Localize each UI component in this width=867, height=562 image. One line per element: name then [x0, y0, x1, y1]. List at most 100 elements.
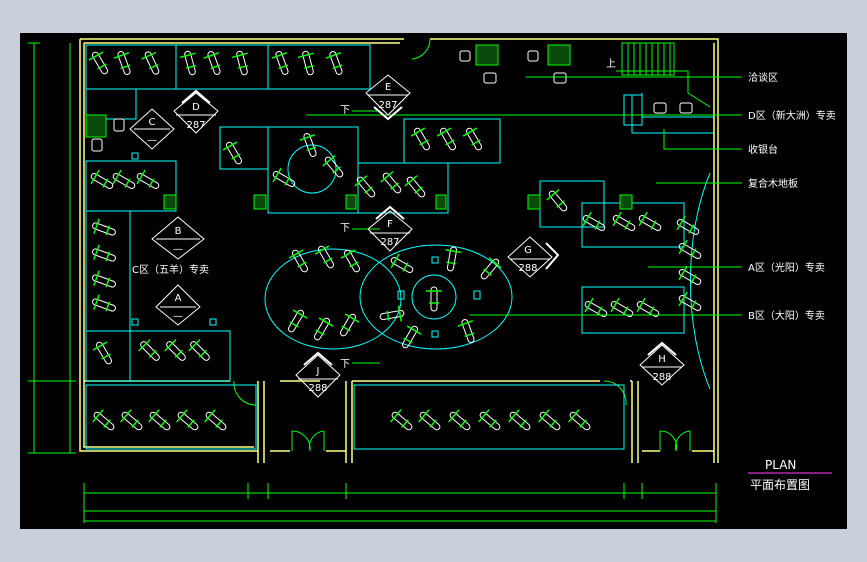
- elevation-tag-g: G 288: [507, 236, 560, 278]
- motorcycle-symbol: [92, 270, 116, 288]
- motorcycle-symbol: [176, 409, 199, 431]
- elevation-tag-a: A —: [155, 284, 201, 326]
- motorcycle-symbol: [92, 409, 115, 431]
- label-zone-d: D区（新大洲）专卖: [748, 109, 836, 122]
- tag-f-letter: F: [387, 219, 393, 230]
- motorcycle-symbol: [636, 297, 660, 317]
- tag-c-letter: C: [149, 117, 156, 128]
- motorcycle-symbol: [92, 341, 112, 365]
- tag-d-letter: D: [192, 102, 200, 113]
- motorcycle-symbol: [418, 409, 441, 431]
- elevation-tag-e: E 287: [365, 74, 411, 121]
- motorcycle-symbol: [92, 218, 116, 236]
- staircase: [616, 42, 711, 108]
- motorcycle-symbol: [90, 169, 114, 189]
- motorcycle-symbol: [538, 409, 561, 431]
- tag-b-letter: B: [175, 226, 182, 237]
- motorcycle-symbol: [188, 339, 210, 361]
- motorcycle-symbol: [478, 409, 501, 431]
- motorcycle-symbol: [298, 50, 315, 76]
- label-down-1: 下: [340, 105, 350, 116]
- motorcycle-symbol: [322, 155, 344, 178]
- label-down-2: 下: [340, 223, 350, 234]
- door-swings: [233, 38, 691, 452]
- motorcycle-symbol: [180, 50, 197, 76]
- motorcycle-symbol: [148, 409, 171, 431]
- elevation-tag-h: H 288: [639, 341, 685, 386]
- label-negotiation: 洽谈区: [748, 71, 778, 84]
- label-cashier: 收银台: [748, 143, 778, 156]
- motorcycle-symbol: [271, 51, 289, 75]
- tag-d-num: 287: [186, 120, 205, 131]
- elevation-tag-b: B —: [151, 216, 205, 260]
- floor-plan-svg: A — B — C — D 287 E 287 F 287 G 288 H 28…: [28, 38, 836, 523]
- motorcycle-symbol: [314, 245, 334, 269]
- motorcycle-symbol: [390, 409, 413, 431]
- motorcycle-symbol: [138, 339, 160, 361]
- motorcycle-symbol: [676, 215, 700, 235]
- motorcycle-symbol: [272, 167, 296, 187]
- tag-e-num: 287: [378, 100, 397, 111]
- elevation-tag-d: D 287: [173, 89, 219, 134]
- motorcycle-symbol: [508, 409, 531, 431]
- motorcycle-symbol: [678, 291, 702, 311]
- motorcycle-symbol: [203, 51, 221, 75]
- tag-f-num: 287: [380, 237, 399, 248]
- label-zone-b: B区（大阳）专卖: [748, 309, 825, 322]
- label-down-3: 下: [340, 359, 350, 370]
- motorcycle-symbol: [568, 409, 591, 431]
- motorcycle-symbol: [448, 409, 471, 431]
- plan-subtitle: 平面布置图: [750, 478, 810, 492]
- motorcycle-symbol: [120, 409, 143, 431]
- motorcycle-symbol: [546, 189, 568, 212]
- motorcycle-symbol: [141, 51, 160, 75]
- tag-h-letter: H: [658, 354, 666, 365]
- motorcycle-symbol: [379, 305, 405, 322]
- plan-title: PLAN: [765, 458, 796, 472]
- cad-drawing-canvas: A — B — C — D 287 E 287 F 287 G 288 H 28…: [20, 33, 847, 529]
- motorcycle-symbol: [92, 244, 116, 262]
- motorcycle-symbol: [678, 239, 702, 259]
- tag-c-num: —: [147, 135, 157, 146]
- motorcycle-symbol: [426, 286, 442, 312]
- motorcycle-symbol: [380, 171, 402, 194]
- motorcycle-symbol: [204, 409, 227, 431]
- label-floor: 复合木地板: [748, 177, 798, 190]
- tag-e-letter: E: [385, 82, 391, 93]
- motorcycle-symbol: [325, 51, 343, 75]
- tag-a-letter: A: [175, 293, 182, 304]
- motorcycle-symbol: [584, 297, 608, 317]
- tag-g-letter: G: [524, 245, 532, 256]
- motorcycle-symbol: [164, 339, 186, 361]
- motorcycle-symbol: [88, 51, 108, 75]
- motorcycle-symbol: [340, 249, 360, 273]
- hatched-blocks: [85, 44, 633, 210]
- motorcycle-symbol: [314, 317, 334, 341]
- tag-g-num: 288: [518, 263, 537, 274]
- elevation-tag-j: J 288: [295, 351, 341, 398]
- tag-h-num: 288: [652, 372, 671, 383]
- motorcycle-symbol: [232, 50, 249, 76]
- motorcycle-symbol: [92, 294, 116, 312]
- motorcycle-symbol: [402, 325, 422, 349]
- motorcycle-symbol: [288, 249, 308, 273]
- motorcycle-symbol: [436, 127, 456, 151]
- label-zone-a: A区（光阳）专卖: [748, 261, 825, 274]
- tag-j-num: 288: [308, 383, 327, 394]
- motorcycle-symbol: [612, 211, 636, 231]
- motorcycle-symbol: [113, 51, 131, 75]
- motorcycle-symbol: [112, 169, 136, 189]
- tag-b-num: —: [173, 244, 183, 255]
- motorcycle-symbol: [610, 297, 634, 317]
- leader-lines: [306, 76, 742, 364]
- motorcycle-symbol: [404, 175, 426, 198]
- label-zone-c: C区（五羊）专卖: [132, 263, 209, 276]
- elevation-tag-c: C —: [129, 108, 175, 150]
- label-up: 上: [606, 58, 616, 70]
- motorcycle-symbol: [288, 309, 308, 333]
- motorcycle-symbol: [136, 169, 160, 189]
- motorcycle-symbol: [462, 127, 482, 151]
- motorcycle-symbol: [445, 246, 462, 272]
- title-block: PLAN 平面布置图: [748, 458, 832, 492]
- tag-j-letter: J: [316, 366, 320, 377]
